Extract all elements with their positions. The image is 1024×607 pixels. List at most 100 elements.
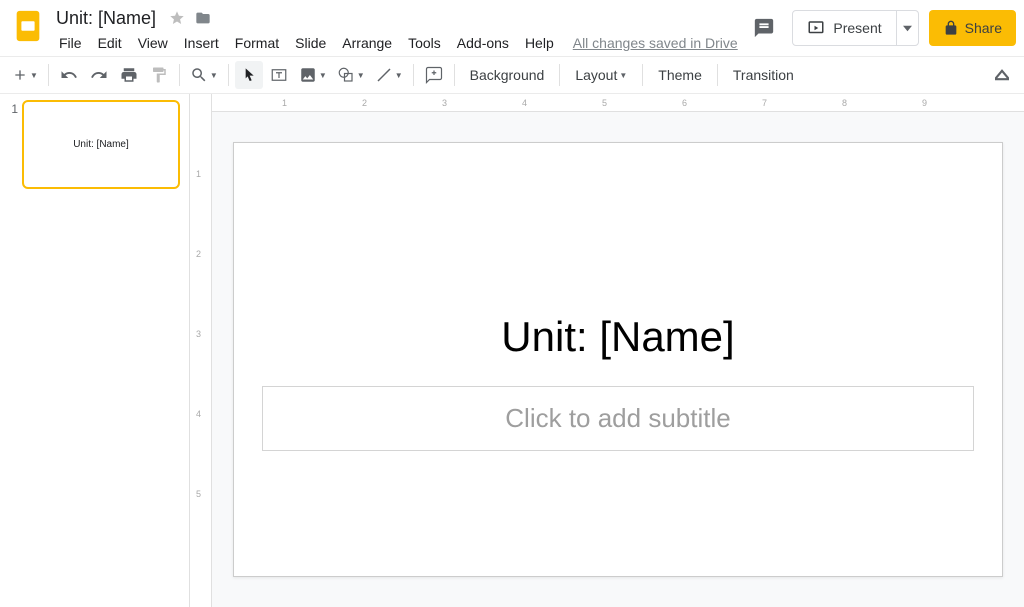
slide[interactable]: Unit: [Name] Click to add subtitle	[233, 142, 1003, 577]
canvas-area[interactable]: Unit: [Name] Click to add subtitle	[212, 112, 1024, 607]
add-comment-icon	[425, 66, 443, 84]
undo-icon	[60, 66, 78, 84]
toolbar-separator	[559, 64, 560, 86]
toolbar-separator	[642, 64, 643, 86]
toolbar-separator	[413, 64, 414, 86]
thumb-item[interactable]: 1 Unit: [Name]	[0, 100, 189, 197]
ruler-tick-label: 4	[522, 98, 527, 108]
app-header: Unit: [Name] File Edit View Insert Forma…	[0, 0, 1024, 56]
save-status: All changes saved in Drive	[573, 35, 738, 51]
ruler-tick-label: 1	[282, 98, 287, 108]
slides-logo[interactable]	[10, 8, 46, 44]
ruler-tick-label: 6	[682, 98, 687, 108]
caret-down-icon: ▼	[357, 71, 365, 80]
folder-icon[interactable]	[194, 9, 212, 27]
slides-icon	[11, 9, 45, 43]
print-icon	[120, 66, 138, 84]
select-tool[interactable]	[235, 61, 263, 89]
chevron-up-icon	[995, 68, 1009, 82]
header-right: Present Share	[746, 10, 1016, 46]
ruler-tick-label: 7	[762, 98, 767, 108]
comment-tool[interactable]	[420, 61, 448, 89]
menu-format[interactable]: Format	[228, 31, 286, 55]
shape-tool[interactable]: ▼	[333, 61, 369, 89]
editor: 1 2 3 4 5 1 2 3 4 5 6 7 8 9 Unit: [Name]…	[190, 94, 1024, 607]
horizontal-ruler: 1 2 3 4 5 6 7 8 9	[212, 94, 1024, 112]
image-icon	[299, 66, 317, 84]
ruler-tick-label: 4	[196, 409, 201, 419]
ruler-tick-label: 9	[922, 98, 927, 108]
paint-roller-icon	[150, 66, 168, 84]
vertical-ruler: 1 2 3 4 5	[190, 94, 212, 607]
menu-help[interactable]: Help	[518, 31, 561, 55]
undo-button[interactable]	[55, 61, 83, 89]
theme-button[interactable]: Theme	[649, 61, 711, 89]
shape-icon	[337, 66, 355, 84]
ruler-tick-label: 5	[602, 98, 607, 108]
toolbar-separator	[179, 64, 180, 86]
menu-addons[interactable]: Add-ons	[450, 31, 516, 55]
share-button[interactable]: Share	[929, 10, 1016, 46]
filmstrip[interactable]: 1 Unit: [Name]	[0, 94, 190, 607]
star-icon[interactable]	[168, 9, 186, 27]
menu-arrange[interactable]: Arrange	[335, 31, 399, 55]
textbox-icon	[270, 66, 288, 84]
menu-insert[interactable]: Insert	[177, 31, 226, 55]
slide-subtitle-textbox[interactable]: Click to add subtitle	[262, 386, 974, 451]
ruler-tick-label: 3	[442, 98, 447, 108]
plus-icon	[12, 67, 28, 83]
ruler-tick-label: 2	[196, 249, 201, 259]
caret-down-icon: ▼	[319, 71, 327, 80]
new-slide-button[interactable]: ▼	[8, 61, 42, 89]
menu-view[interactable]: View	[131, 31, 175, 55]
toolbar-separator	[454, 64, 455, 86]
toolbar-separator	[228, 64, 229, 86]
line-icon	[375, 66, 393, 84]
toolbar: ▼ ▼ ▼ ▼ ▼ Background Layout ▼	[0, 56, 1024, 94]
lock-icon	[943, 20, 959, 36]
thumb-number: 1	[4, 100, 18, 116]
ruler-tick-label: 2	[362, 98, 367, 108]
layout-button[interactable]: Layout ▼	[566, 61, 636, 89]
slide-title-textbox[interactable]: Unit: [Name]	[501, 313, 734, 361]
document-title[interactable]: Unit: [Name]	[52, 6, 160, 31]
ruler-tick-label: 5	[196, 489, 201, 499]
present-button-group: Present	[792, 10, 918, 46]
print-button[interactable]	[115, 61, 143, 89]
title-row: Unit: [Name]	[52, 6, 746, 30]
paint-format-button[interactable]	[145, 61, 173, 89]
caret-down-icon: ▼	[210, 71, 218, 80]
redo-button[interactable]	[85, 61, 113, 89]
caret-down-icon: ▼	[30, 71, 38, 80]
image-tool[interactable]: ▼	[295, 61, 331, 89]
caret-down-icon: ▼	[395, 71, 403, 80]
present-options-dropdown[interactable]	[896, 11, 918, 45]
ruler-tick-label: 3	[196, 329, 201, 339]
comments-button[interactable]	[746, 10, 782, 46]
title-area: Unit: [Name] File Edit View Insert Forma…	[52, 6, 746, 56]
menu-tools[interactable]: Tools	[401, 31, 448, 55]
line-tool[interactable]: ▼	[371, 61, 407, 89]
share-label: Share	[965, 20, 1002, 36]
transition-button[interactable]: Transition	[724, 61, 803, 89]
textbox-tool[interactable]	[265, 61, 293, 89]
redo-icon	[90, 66, 108, 84]
menu-slide[interactable]: Slide	[288, 31, 333, 55]
zoom-button[interactable]: ▼	[186, 61, 222, 89]
workspace: 1 Unit: [Name] 1 2 3 4 5 1 2 3 4 5 6 7 8…	[0, 94, 1024, 607]
thumb-title: Unit: [Name]	[73, 139, 129, 150]
collapse-toolbar-button[interactable]	[988, 61, 1016, 89]
present-button[interactable]: Present	[793, 19, 895, 37]
present-label: Present	[833, 20, 881, 36]
ruler-tick-label: 8	[842, 98, 847, 108]
menu-file[interactable]: File	[52, 31, 89, 55]
ruler-tick-label: 1	[196, 169, 201, 179]
editor-right: 1 2 3 4 5 6 7 8 9 Unit: [Name] Click to …	[212, 94, 1024, 607]
present-icon	[807, 19, 825, 37]
caret-down-icon	[903, 24, 912, 33]
cursor-icon	[241, 67, 257, 83]
slide-thumbnail[interactable]: Unit: [Name]	[22, 100, 180, 189]
background-button[interactable]: Background	[461, 61, 554, 89]
comment-icon	[753, 17, 775, 39]
menu-edit[interactable]: Edit	[91, 31, 129, 55]
